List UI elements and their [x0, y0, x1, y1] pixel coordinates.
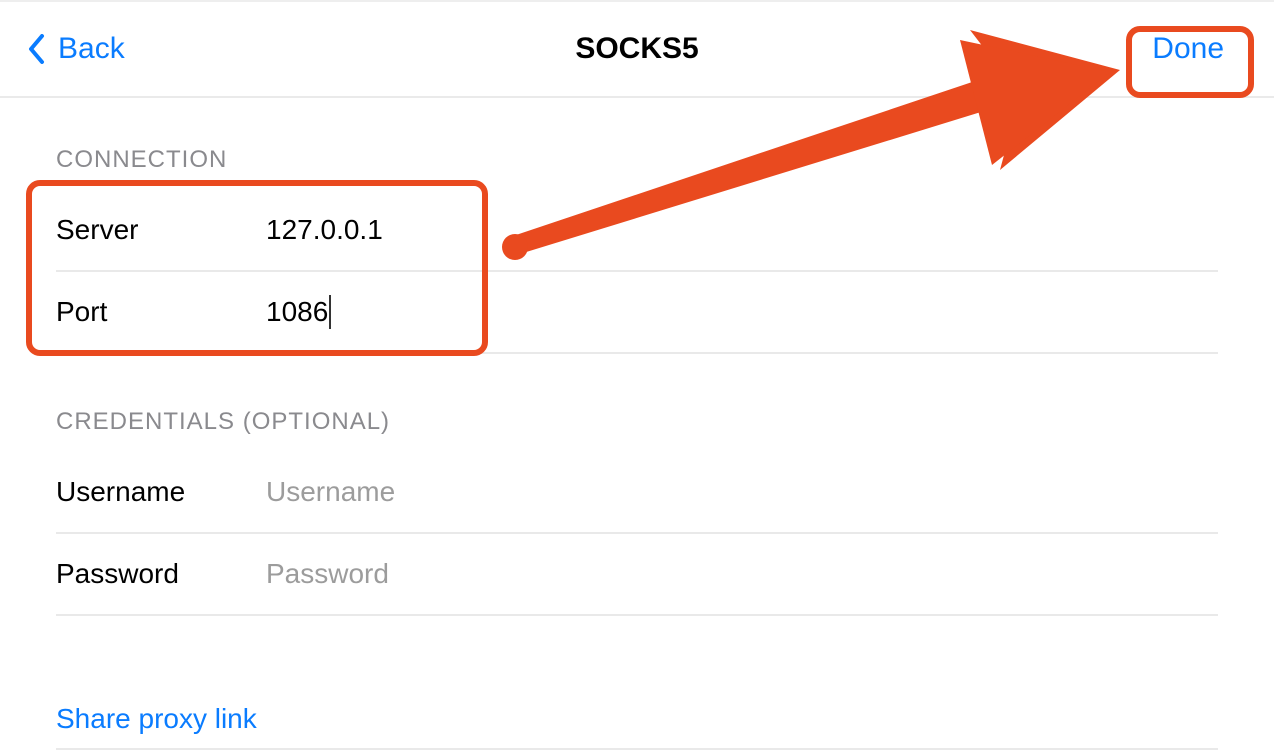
back-label: Back	[58, 32, 125, 66]
section-header-connection: CONNECTION	[56, 146, 1218, 174]
server-input[interactable]	[266, 214, 1218, 246]
page-title: SOCKS5	[0, 32, 1274, 66]
port-label: Port	[56, 296, 266, 328]
chevron-left-icon	[28, 34, 46, 64]
server-label: Server	[56, 214, 266, 246]
username-label: Username	[56, 476, 266, 508]
done-button[interactable]: Done	[1130, 20, 1246, 78]
section-header-credentials: CREDENTIALS (OPTIONAL)	[56, 408, 1218, 436]
share-proxy-row: Share proxy link	[56, 668, 1218, 750]
password-input[interactable]	[266, 558, 1218, 590]
port-row: Port	[56, 272, 1218, 354]
password-row: Password	[56, 534, 1218, 616]
navigation-bar: Back SOCKS5 Done	[0, 0, 1274, 98]
text-cursor-icon	[329, 295, 331, 329]
port-input[interactable]	[266, 296, 331, 328]
username-row: Username	[56, 452, 1218, 534]
back-button[interactable]: Back	[28, 32, 125, 66]
share-proxy-link-button[interactable]: Share proxy link	[56, 703, 257, 735]
username-input[interactable]	[266, 476, 1218, 508]
content-area: CONNECTION Server Port CREDENTIALS (OPTI…	[0, 146, 1274, 750]
server-row: Server	[56, 190, 1218, 272]
password-label: Password	[56, 558, 266, 590]
